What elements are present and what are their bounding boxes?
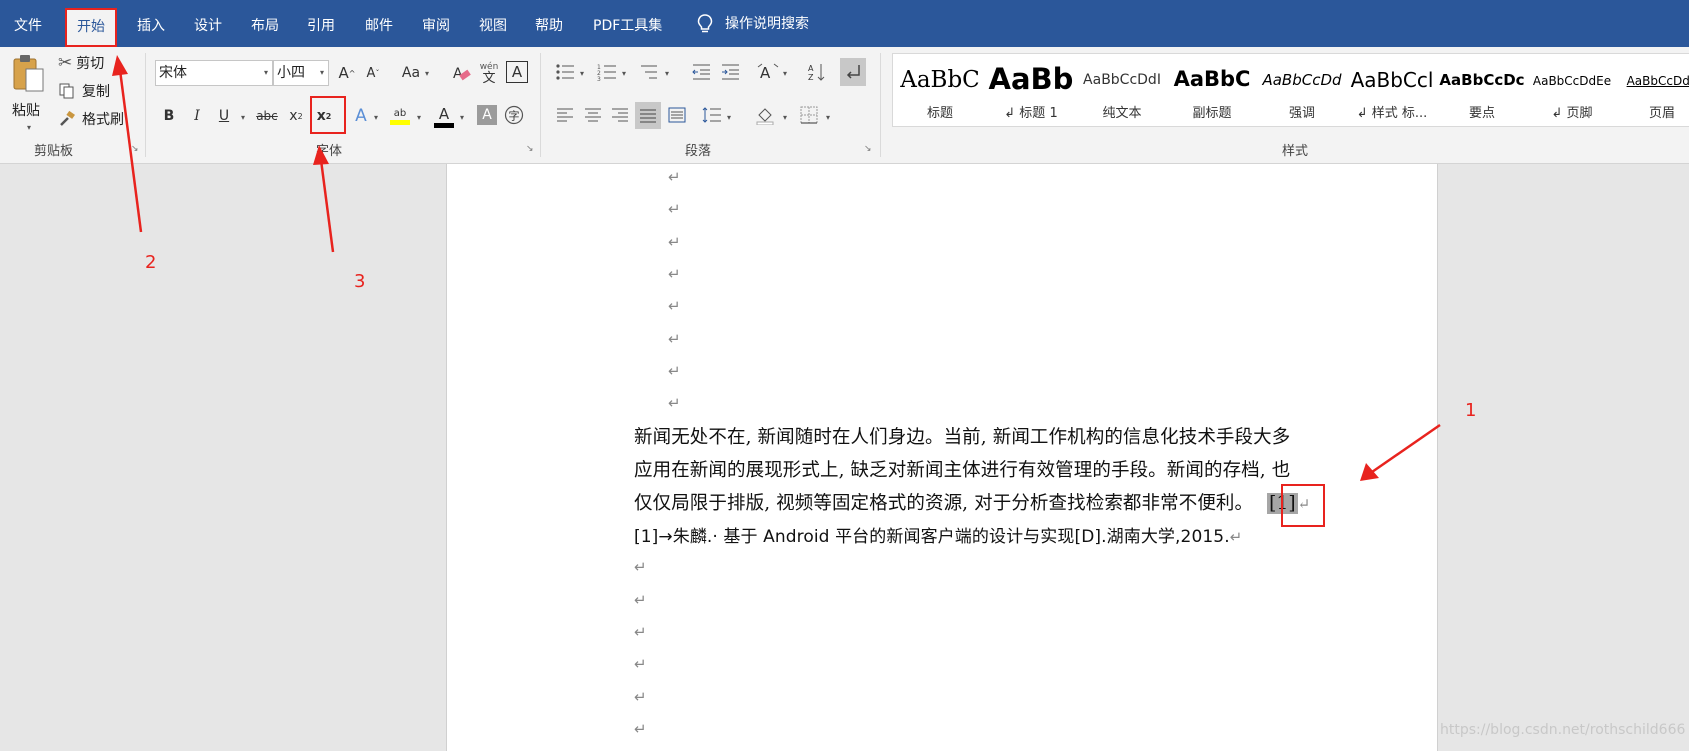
annotation-number-2: 2	[145, 252, 157, 273]
watermark: https://blog.csdn.net/rothschild666	[1440, 722, 1686, 738]
annotation-number-1: 1	[1465, 400, 1477, 421]
annotation-number-3: 3	[354, 271, 366, 292]
annotation-arrows	[112, 55, 1441, 481]
